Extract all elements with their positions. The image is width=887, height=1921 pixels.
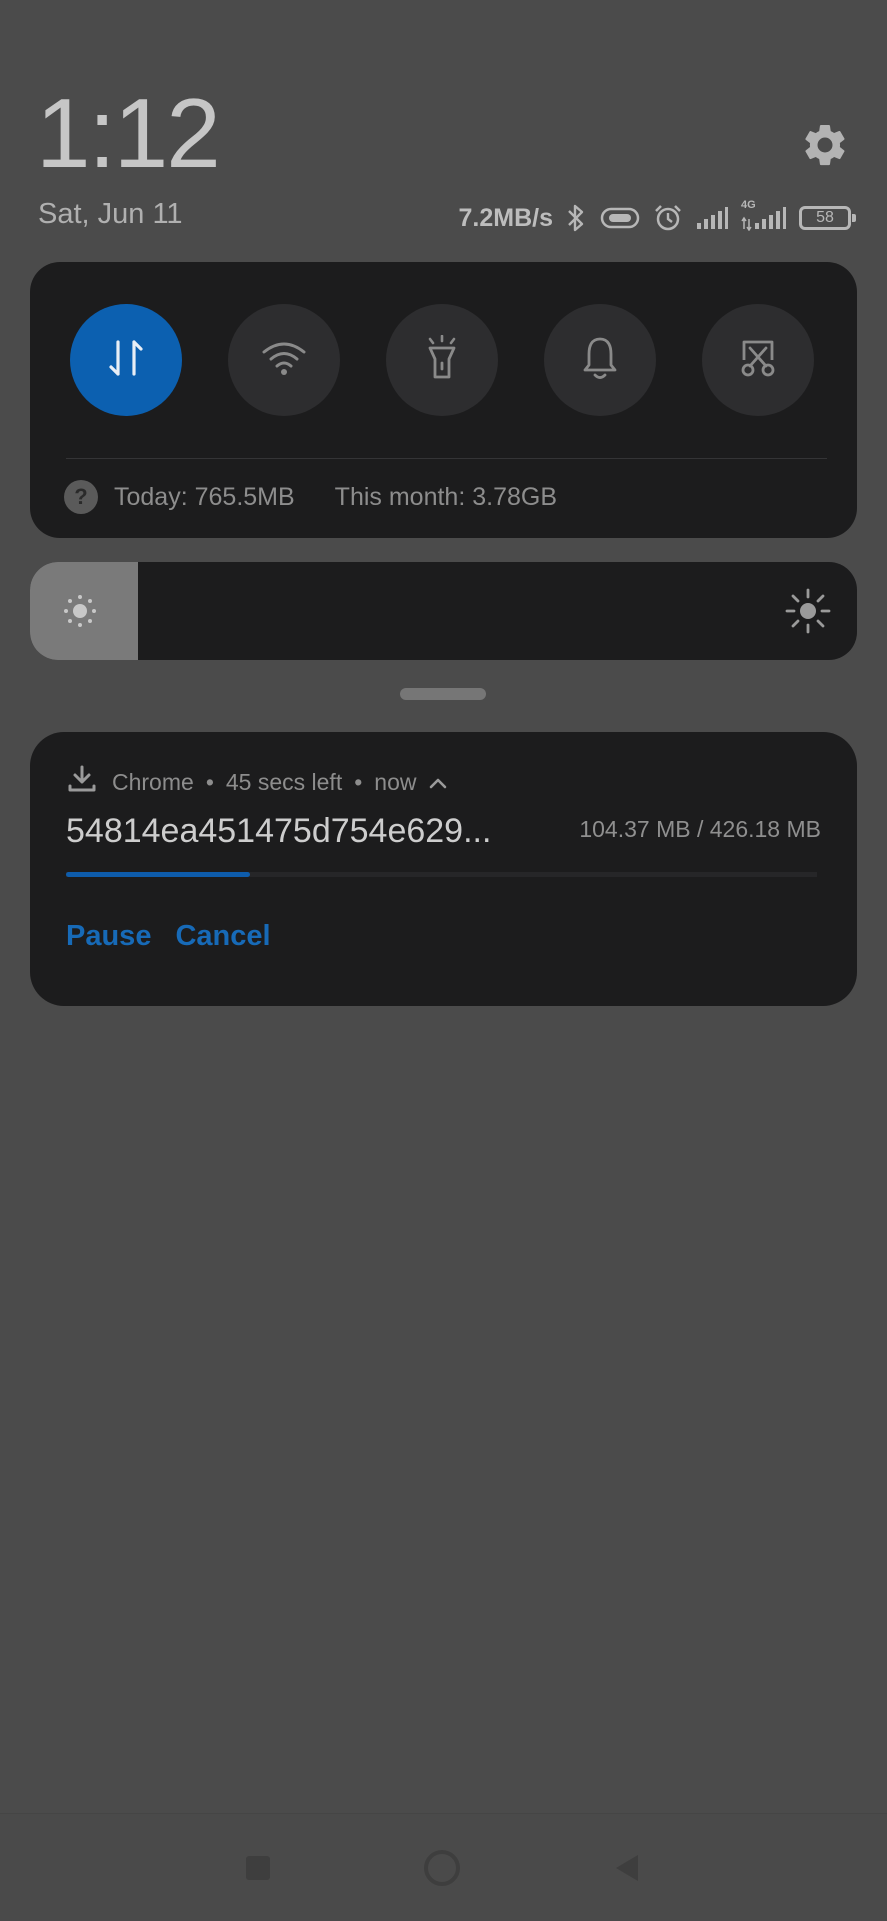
bell-icon — [580, 335, 620, 386]
download-icon — [66, 764, 98, 800]
notification-time-left: 45 secs left — [225, 768, 343, 795]
separator-dot: • — [354, 768, 363, 795]
alarm-icon — [653, 203, 683, 233]
sound-toggle[interactable] — [544, 304, 656, 416]
quick-settings-divider — [66, 458, 827, 459]
drag-handle[interactable] — [400, 688, 486, 700]
signal-icon — [695, 205, 729, 231]
wifi-toggle[interactable] — [228, 304, 340, 416]
help-icon: ? — [64, 480, 98, 514]
date-label[interactable]: Sat, Jun 11 — [38, 200, 183, 229]
usage-month: This month: 3.78GB — [334, 482, 557, 511]
network-type-label: 4G — [741, 199, 756, 211]
settings-gear-icon[interactable] — [800, 120, 850, 170]
back-button[interactable] — [612, 1852, 642, 1889]
download-size: 104.37 MB / 426.18 MB — [579, 816, 821, 842]
battery-level: 58 — [816, 209, 834, 226]
home-button[interactable] — [424, 1850, 460, 1886]
battery-icon: 58 — [799, 206, 856, 230]
data-transfer-icon — [106, 336, 146, 385]
net-speed: 7.2MB/s — [458, 203, 553, 232]
pause-button[interactable]: Pause — [66, 920, 151, 953]
scissors-icon — [735, 336, 781, 385]
cancel-button[interactable]: Cancel — [175, 920, 270, 953]
flashlight-toggle[interactable] — [386, 304, 498, 416]
notification-when: now — [374, 768, 417, 795]
chevron-up-icon[interactable] — [428, 769, 448, 796]
separator-dot: • — [205, 768, 214, 795]
notification-app-name: Chrome — [112, 768, 194, 795]
mobile-data-toggle[interactable] — [70, 304, 182, 416]
flashlight-icon — [422, 334, 462, 386]
wifi-icon — [260, 338, 308, 383]
vibrate-icon — [599, 205, 641, 231]
download-progress-bar — [66, 872, 817, 877]
download-notification[interactable]: Chrome • 45 secs left • now 54814ea45147… — [30, 732, 857, 1006]
navigation-bar — [0, 1813, 887, 1921]
notification-header: Chrome • 45 secs left • now — [66, 764, 448, 800]
data-usage-row[interactable]: ? Today: 765.5MB This month: 3.78GB — [64, 480, 557, 514]
download-progress-fill — [66, 872, 250, 877]
screenshot-toggle[interactable] — [702, 304, 814, 416]
download-file-name: 54814ea451475d754e629... — [66, 812, 492, 850]
quick-settings-panel: ? Today: 765.5MB This month: 3.78GB — [30, 262, 857, 538]
bluetooth-icon — [565, 203, 587, 233]
clock-time[interactable]: 1:12 — [36, 84, 221, 182]
signal-4g-icon: 4G — [741, 199, 787, 231]
brightness-low-icon — [60, 591, 100, 636]
usage-today: Today: 765.5MB — [114, 482, 295, 511]
brightness-slider[interactable] — [30, 562, 857, 660]
status-bar: 7.2MB/s 4G 58 — [458, 198, 856, 238]
brightness-high-icon — [785, 588, 831, 639]
notification-actions: Pause Cancel — [66, 920, 271, 953]
recents-button[interactable] — [246, 1856, 270, 1880]
